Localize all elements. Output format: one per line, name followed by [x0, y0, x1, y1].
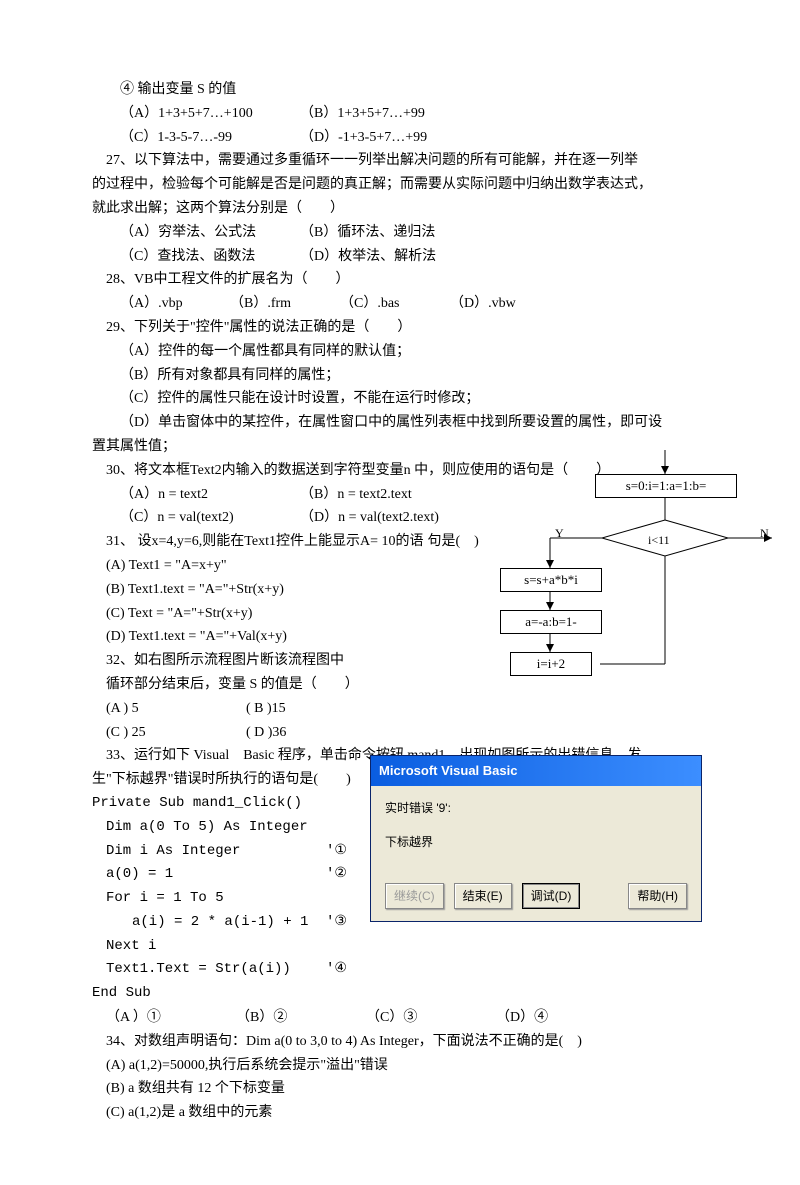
q28-opts: （A）.vbp （B）.frm （C）.bas （D）.vbw: [92, 292, 708, 316]
q28-b: （B）.frm: [230, 292, 340, 316]
q26-b: （B）1+3+5+7…+99: [300, 102, 425, 126]
q27-line1: 27、以下算法中，需要通过多重循环一一列举出解决问题的所有可能解，并在逐一列举: [92, 149, 708, 173]
code-l4n: '②: [326, 863, 347, 887]
q30-d: （D）n = val(text2.text): [300, 506, 439, 530]
q29-c: （C）控件的属性只能在设计时设置，不能在运行时修改；: [92, 387, 708, 411]
q32-a: (A ) 5: [106, 697, 246, 721]
flow-step1: s=s+a*b*i: [500, 568, 602, 592]
q29-b: （B）所有对象都具有同样的属性；: [92, 364, 708, 388]
flow-step2: a=-a:b=1-: [500, 610, 602, 634]
q30-c: （C）n = val(text2): [120, 506, 300, 530]
q27-d: （D）枚举法、解析法: [300, 245, 436, 269]
btn-debug[interactable]: 调试(D): [522, 883, 581, 909]
code-l7: Next i: [92, 935, 708, 959]
q26-c: （C）1-3-5-7…-99: [120, 126, 300, 150]
dialog-body: 实时错误 '9': 下标越界 继续(C) 结束(E) 调试(D) 帮助(H): [371, 786, 701, 921]
flow-init: s=0:i=1:a=1:b=: [595, 474, 737, 498]
q33-c: （C）③: [366, 1006, 496, 1030]
q29-a: （A）控件的每一个属性都具有同样的默认值；: [92, 340, 708, 364]
code-l3n: '①: [326, 840, 347, 864]
q27-c: （C）查找法、函数法: [120, 245, 300, 269]
code-l8t: Text1.Text = Str(a(i)): [106, 958, 326, 982]
q28-c: （C）.bas: [340, 292, 450, 316]
q27-a: （A）穷举法、公式法: [120, 221, 300, 245]
q26-row1: （A）1+3+5+7…+100 （B）1+3+5+7…+99: [92, 102, 708, 126]
flow-yes: Y: [555, 523, 564, 543]
code-l6n: '③: [326, 911, 347, 935]
flow-step3: i=i+2: [510, 652, 592, 676]
q27-b: （B）循环法、递归法: [300, 221, 435, 245]
q28-a: （A）.vbp: [120, 292, 230, 316]
q30-a: （A）n = text2: [120, 483, 300, 507]
code-l8: Text1.Text = Str(a(i)) '④: [92, 958, 708, 982]
q34-b: (B) a 数组共有 12 个下标变量: [92, 1077, 708, 1101]
q27-opts1: （A）穷举法、公式法 （B）循环法、递归法: [92, 221, 708, 245]
flow-cond-text: i<11: [648, 530, 670, 550]
q32-opts2: (C ) 25 ( D )36: [92, 721, 708, 745]
q30-b: （B）n = text2.text: [300, 483, 412, 507]
q33-a: （A ）①: [106, 1006, 236, 1030]
code-l8n: '④: [326, 958, 347, 982]
q33-b: （B）②: [236, 1006, 366, 1030]
dialog-msg: 下标越界: [385, 832, 687, 852]
q29-text: 29、下列关于"控件"属性的说法正确的是（ ）: [92, 316, 708, 340]
q33-opts: （A ）① （B）② （C）③ （D）④: [92, 1006, 708, 1030]
dialog-buttons: 继续(C) 结束(E) 调试(D) 帮助(H): [385, 883, 687, 909]
q34-a: (A) a(1,2)=50000,执行后系统会提示"溢出"错误: [92, 1054, 708, 1078]
q26-a: （A）1+3+5+7…+100: [120, 102, 300, 126]
btn-help[interactable]: 帮助(H): [628, 883, 687, 909]
q26-row2: （C）1-3-5-7…-99 （D）-1+3-5+7…+99: [92, 126, 708, 150]
q32-b: ( B )15: [246, 697, 286, 721]
q28-text: 28、VB中工程文件的扩展名为（ ）: [92, 268, 708, 292]
q27-line2: 的过程中，检验每个可能解是否是问题的真正解；而需要从实际问题中归纳出数学表达式，: [92, 173, 708, 197]
q27-opts2: （C）查找法、函数法 （D）枚举法、解析法: [92, 245, 708, 269]
q27-line3: 就此求出解；这两个算法分别是（ ）: [92, 197, 708, 221]
q34-c: (C) a(1,2)是 a 数组中的元素: [92, 1101, 708, 1125]
dialog-err: 实时错误 '9':: [385, 798, 687, 818]
btn-continue[interactable]: 继续(C): [385, 883, 444, 909]
btn-end[interactable]: 结束(E): [454, 883, 512, 909]
code-l9: End Sub: [92, 982, 708, 1006]
q26-d: （D）-1+3-5+7…+99: [300, 126, 427, 150]
q32-c: (C ) 25: [106, 721, 246, 745]
q34-text: 34、对数组声明语句：Dim a(0 to 3,0 to 4) As Integ…: [92, 1030, 708, 1054]
dialog-title: Microsoft Visual Basic: [371, 756, 701, 786]
q28-d: （D）.vbw: [450, 292, 516, 316]
code-l6t: a(i) = 2 * a(i-1) + 1: [132, 911, 326, 935]
vb-error-dialog: Microsoft Visual Basic 实时错误 '9': 下标越界 继续…: [370, 755, 702, 922]
code-l4t: a(0) = 1: [106, 863, 326, 887]
q29-d1: （D）单击窗体中的某控件，在属性窗口中的属性列表框中找到所要设置的属性，即可设: [92, 411, 708, 435]
q31-textpart: 31、 设x=4,y=6,则能在Text1控件上能显示A= 10的语: [106, 530, 423, 554]
q33-d: （D）④: [496, 1006, 548, 1030]
q32-d: ( D )36: [246, 721, 286, 745]
flow-no: N: [760, 523, 769, 543]
code-l3t: Dim i As Integer: [106, 840, 326, 864]
line-output-s: ④ 输出变量 S 的值: [92, 78, 708, 102]
